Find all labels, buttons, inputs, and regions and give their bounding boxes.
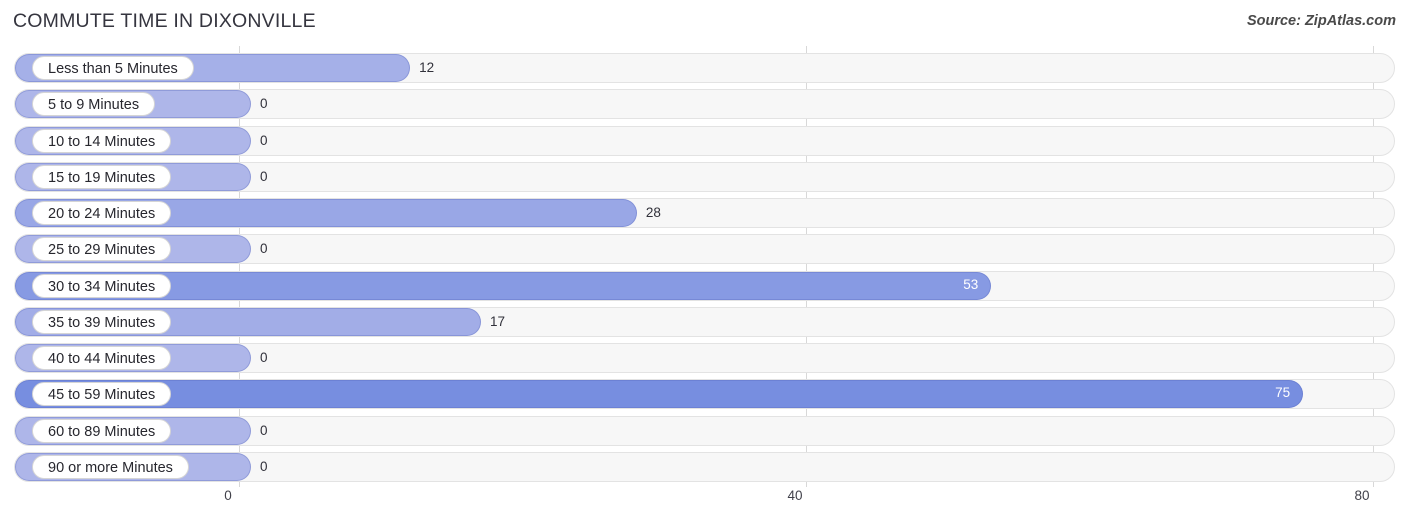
page-title: COMMUTE TIME IN DIXONVILLE: [13, 10, 316, 32]
source-attribution: Source: ZipAtlas.com: [1246, 13, 1396, 29]
bar-row: 20 to 24 Minutes 28: [14, 198, 1395, 228]
bar-row: 40 to 44 Minutes 0: [14, 343, 1395, 373]
bar-row: 30 to 34 Minutes 53: [14, 270, 1395, 301]
bar-value-label: 0: [260, 132, 268, 148]
bar-value-label: 0: [260, 422, 268, 438]
bar-row: 90 or more Minutes 0: [14, 451, 1395, 482]
bar-value-label: 0: [260, 168, 268, 184]
bar-row: 5 to 9 Minutes 0: [14, 89, 1395, 120]
x-tick-label: 80: [1354, 488, 1370, 503]
bar-category-label: 10 to 14 Minutes: [32, 128, 172, 153]
bar-row: Less than 5 Minutes 12: [14, 53, 1395, 83]
bar-value-label: 0: [260, 350, 268, 365]
bar-value-label: 17: [489, 313, 505, 329]
chart-plot-area: Less than 5 Minutes 12 5 to 9 Minutes 0 10 t…: [0, 46, 1406, 482]
bar-row: 25 to 29 Minutes 0: [14, 234, 1395, 265]
x-tick-label: 0: [224, 488, 232, 503]
bar-row: 60 to 89 Minutes 0: [14, 415, 1395, 446]
bar-value-label: 53: [963, 276, 979, 292]
bar-value-label: 0: [260, 241, 268, 257]
axis-tick-mark: [806, 482, 807, 487]
bar-row: 45 to 59 Minutes 75: [14, 379, 1395, 410]
axis-tick-mark: [239, 482, 240, 487]
bar-category-label: 35 to 39 Minutes: [32, 309, 172, 334]
x-axis: 0 40 80: [0, 482, 1406, 522]
bar-value-label: 0: [260, 458, 268, 474]
bar-rows: Less than 5 Minutes 12 5 to 9 Minutes 0 10 t…: [0, 46, 1406, 482]
bar-value-label: 0: [260, 96, 268, 112]
bar-value-label: 12: [419, 60, 435, 75]
bar-category-label: 5 to 9 Minutes: [32, 92, 156, 117]
bar-category-label: 20 to 24 Minutes: [32, 201, 172, 225]
bar-category-label: Less than 5 Minutes: [32, 56, 194, 80]
bar-category-label: 30 to 34 Minutes: [32, 273, 172, 298]
bar-row: 10 to 14 Minutes 0: [14, 125, 1395, 156]
bar[interactable]: [15, 380, 1304, 409]
bar-category-label: 45 to 59 Minutes: [32, 382, 172, 407]
chart-header: COMMUTE TIME IN DIXONVILLE Source: ZipAt…: [0, 0, 1406, 46]
bar-row: 35 to 39 Minutes 17: [14, 306, 1395, 337]
bar-value-label: 75: [1275, 385, 1291, 401]
bar-category-label: 25 to 29 Minutes: [32, 237, 172, 262]
bar-value-label: 28: [645, 205, 661, 220]
bar-category-label: 15 to 19 Minutes: [32, 164, 172, 189]
bar-category-label: 40 to 44 Minutes: [32, 346, 172, 370]
x-tick-label: 40: [787, 488, 803, 503]
bar-category-label: 60 to 89 Minutes: [32, 418, 172, 443]
axis-tick-mark: [1373, 482, 1374, 487]
bar-row: 15 to 19 Minutes 0: [14, 161, 1395, 192]
bar-category-label: 90 or more Minutes: [32, 454, 189, 479]
